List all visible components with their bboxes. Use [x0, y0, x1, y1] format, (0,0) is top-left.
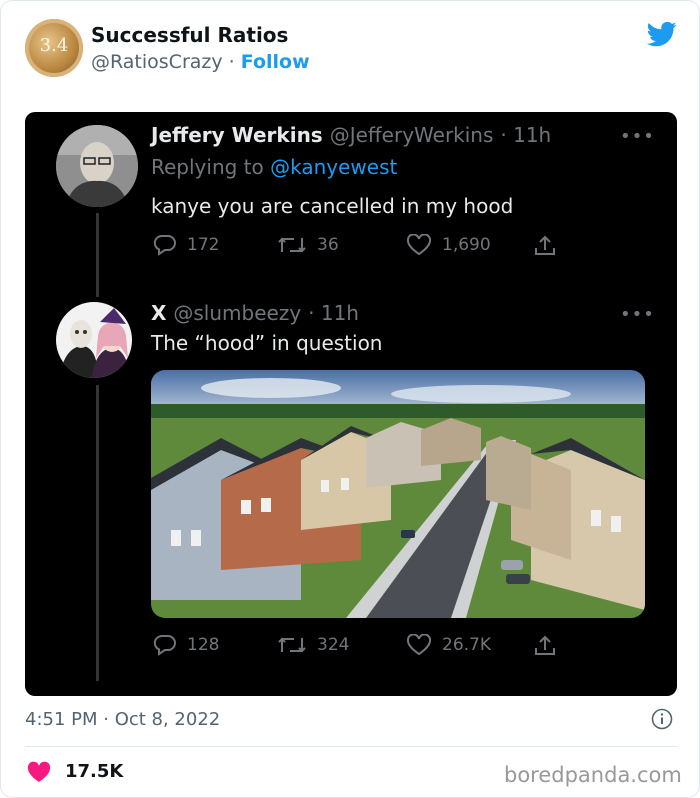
retweet-icon [278, 237, 306, 253]
tweet2-more-icon: ••• [620, 304, 655, 325]
info-icon[interactable] [651, 708, 673, 730]
tweet2-author: X @slumbeezy · 11h [151, 301, 359, 325]
tweet2-handle: @slumbeezy [173, 301, 302, 325]
like-heart-icon[interactable] [27, 761, 51, 783]
slumbeezy-avatar [56, 302, 132, 378]
tweet1-replying: Replying to @kanyewest [151, 155, 397, 179]
handle-separator: · [228, 51, 235, 73]
share-icon [535, 235, 555, 255]
follow-button[interactable]: Follow [241, 51, 310, 73]
thread-line [96, 213, 99, 297]
avatar-logo-text: 3.4 [39, 35, 69, 56]
person-photo-icon [56, 125, 138, 207]
reply-icon [153, 234, 176, 256]
heart-outline-icon [406, 634, 432, 656]
retweet-count: 324 [317, 635, 350, 655]
boredpanda-watermark: boredpanda.com [504, 763, 682, 787]
reply-count: 172 [187, 235, 220, 255]
replying-prefix: Replying to [151, 155, 264, 179]
anime-characters-icon [56, 302, 132, 378]
tweet2-time: · 11h [308, 301, 359, 325]
like-count: 26.7K [442, 635, 491, 655]
tweet1-time: · 11h [500, 123, 552, 147]
author-handle-line: @RatiosCrazy · Follow [91, 51, 310, 73]
tweet1-more-icon: ••• [620, 126, 655, 147]
thread-line-2 [96, 385, 99, 681]
tweet2-retweet-count: 324 [277, 634, 349, 656]
tweet1-text: kanye you are cancelled in my hood [151, 194, 514, 218]
twitter-bird-icon[interactable] [645, 19, 679, 49]
tweet2-reply-count: 128 [153, 634, 219, 656]
like-count-total[interactable]: 17.5K [65, 761, 123, 782]
tweet1-reply-count: 172 [153, 234, 219, 256]
jeffery-avatar [56, 125, 138, 207]
reply-count: 128 [187, 635, 220, 655]
author-name[interactable]: Successful Ratios [91, 23, 288, 47]
tweet1-handle: @JefferyWerkins [329, 123, 494, 147]
replying-to-handle: @kanyewest [270, 155, 398, 179]
tweet1-author: Jeffery Werkins @JefferyWerkins · 11h [151, 123, 551, 147]
author-handle[interactable]: @RatiosCrazy [91, 51, 223, 73]
suburban-street-image [151, 370, 645, 618]
tweet2-text: The “hood” in question [151, 331, 383, 355]
share-icon [535, 635, 555, 655]
tweet1-name: Jeffery Werkins [151, 123, 323, 147]
tweet2-like-count: 26.7K [406, 634, 491, 656]
tweet2-name: X [151, 301, 167, 325]
tweet1-like-count: 1,690 [406, 234, 491, 256]
retweet-icon [278, 637, 306, 653]
tweet1-retweet-count: 36 [277, 234, 339, 256]
retweet-count: 36 [317, 235, 339, 255]
heart-outline-icon [406, 234, 432, 256]
reply-icon [153, 634, 176, 656]
footer-divider [25, 746, 677, 747]
like-count: 1,690 [442, 235, 491, 255]
neighborhood-photo [151, 370, 645, 618]
tweet-timestamp[interactable]: 4:51 PM · Oct 8, 2022 [25, 709, 220, 730]
embedded-tweet-card: 3.4 Successful Ratios @RatiosCrazy · Fol… [0, 0, 700, 798]
author-avatar[interactable]: 3.4 [25, 19, 83, 77]
